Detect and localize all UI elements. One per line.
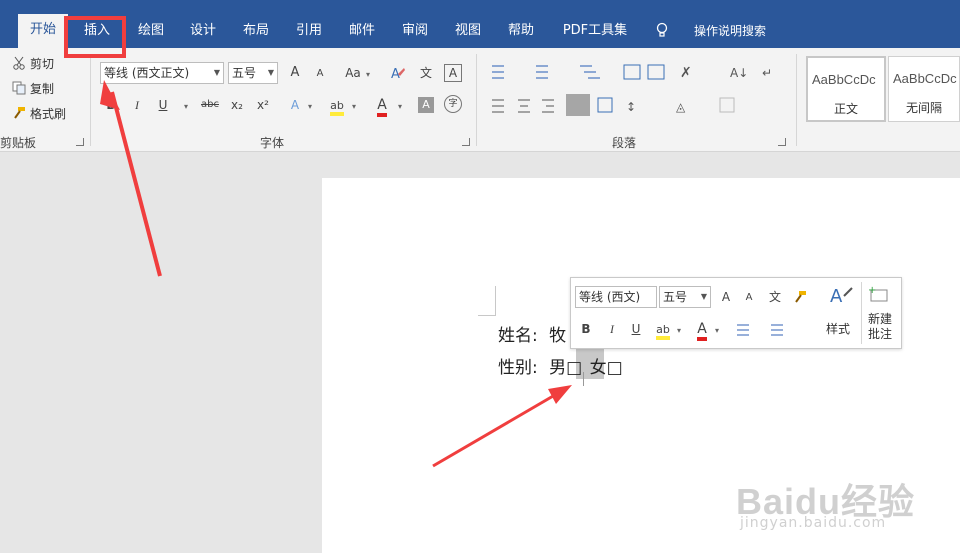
watermark-url: jingyan.baidu.com [740, 515, 887, 531]
annotation-arrows [100, 80, 572, 468]
